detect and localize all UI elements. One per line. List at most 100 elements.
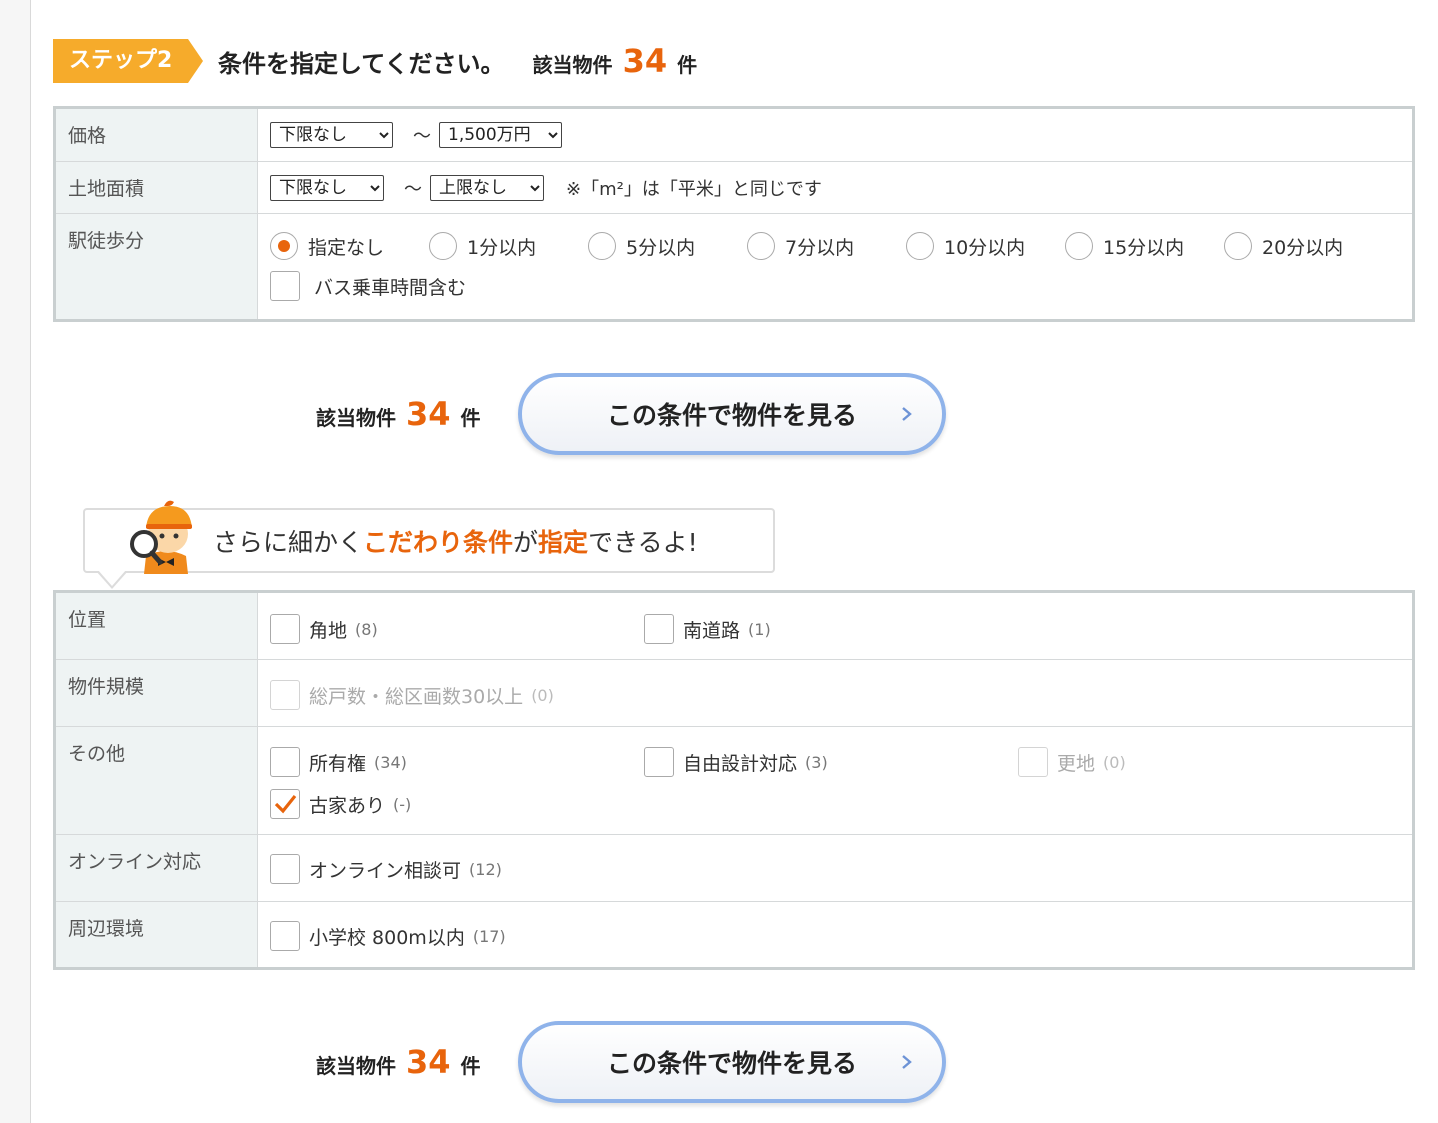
- bus-time-checkbox[interactable]: バス乗車時間含む: [270, 271, 1400, 301]
- area-unit-note: ※「m²」は「平米」と同じです: [566, 178, 822, 200]
- option-label: 小学校 800m以内: [309, 926, 465, 949]
- corner-lot-checkbox[interactable]: 角地 (8): [270, 614, 644, 644]
- hit-count: 34: [622, 42, 668, 80]
- option-label: 南道路: [683, 619, 741, 642]
- land-area-label: 土地面積: [54, 161, 258, 214]
- walk-radio-20min[interactable]: 20分以内: [1224, 232, 1383, 260]
- price-max-select[interactable]: 1,500万円: [439, 122, 562, 148]
- checkbox-disabled-icon: [1018, 747, 1048, 777]
- checkmark-icon: [274, 795, 297, 814]
- option-label: 更地: [1057, 752, 1096, 775]
- row-walk: 駅徒歩分 指定なし 1分以内 5分以内 7分以内 10分以内 15分以内 20分…: [54, 213, 1414, 321]
- checkbox-icon[interactable]: [270, 271, 300, 301]
- radio-selected-icon[interactable]: [270, 232, 298, 260]
- walk-radio-7min[interactable]: 7分以内: [747, 232, 906, 260]
- old-house-checkbox[interactable]: 古家あり (-): [270, 789, 411, 819]
- walk-option-label: 指定なし: [308, 236, 385, 259]
- result-suffix: 件: [460, 1054, 481, 1078]
- walk-label: 駅徒歩分: [54, 213, 258, 321]
- view-properties-label: この条件で物件を見る: [606, 402, 857, 430]
- option-label: オンライン相談可: [309, 859, 462, 882]
- surroundings-label: 周辺環境: [54, 901, 258, 969]
- option-label: 角地: [309, 619, 348, 642]
- radio-icon[interactable]: [906, 232, 934, 260]
- banner-text-4: 指定: [538, 527, 589, 557]
- view-properties-button[interactable]: この条件で物件を見る: [518, 373, 946, 455]
- radio-icon[interactable]: [1224, 232, 1252, 260]
- checkbox-icon[interactable]: [270, 921, 300, 951]
- freehold-checkbox[interactable]: 所有権 (34): [270, 747, 644, 777]
- walk-radio-10min[interactable]: 10分以内: [906, 232, 1065, 260]
- walk-option-label: 15分以内: [1103, 236, 1185, 259]
- walk-radio-none[interactable]: 指定なし: [270, 232, 429, 260]
- option-count: (0): [1103, 752, 1126, 772]
- basic-conditions-table: 価格 下限なし 〜 1,500万円 土地面積 下限なし 〜 上限なし ※「m²」…: [53, 106, 1415, 322]
- checkbox-icon[interactable]: [644, 747, 674, 777]
- walk-option-label: 5分以内: [626, 236, 696, 259]
- walk-radio-15min[interactable]: 15分以内: [1065, 232, 1224, 260]
- option-count: (-): [393, 794, 412, 814]
- option-count: (12): [469, 859, 502, 879]
- checkbox-icon[interactable]: [270, 747, 300, 777]
- banner-text-3: が: [513, 527, 539, 557]
- elementary-school-checkbox[interactable]: 小学校 800m以内 (17): [270, 921, 506, 951]
- left-gutter: [0, 0, 31, 1123]
- radio-icon[interactable]: [588, 232, 616, 260]
- walk-option-label: 20分以内: [1262, 236, 1344, 259]
- row-position: 位置 角地 (8) 南道路 (1): [54, 591, 1414, 660]
- view-properties-button[interactable]: この条件で物件を見る: [518, 1021, 946, 1103]
- radio-icon[interactable]: [747, 232, 775, 260]
- walk-radio-group: 指定なし 1分以内 5分以内 7分以内 10分以内 15分以内 20分以内: [270, 232, 1400, 260]
- checkbox-icon[interactable]: [270, 614, 300, 644]
- result-count: 34: [406, 1043, 451, 1081]
- row-other: その他 所有権 (34) 自由設計対応 (3) 更地 (0) 古家あり (-): [54, 726, 1414, 835]
- row-price: 価格 下限なし 〜 1,500万円: [54, 107, 1414, 162]
- land-max-select[interactable]: 上限なし: [430, 174, 544, 201]
- hit-suffix: 件: [677, 53, 698, 77]
- detail-conditions-table: 位置 角地 (8) 南道路 (1) 物件規模 総戸数・総区画数30以上 (0) …: [53, 590, 1415, 970]
- south-road-checkbox[interactable]: 南道路 (1): [644, 614, 771, 644]
- walk-radio-1min[interactable]: 1分以内: [429, 232, 588, 260]
- step-header: ステップ2 条件を指定してください。 該当物件 34 件: [53, 38, 697, 84]
- result-count-text: 該当物件 34 件: [316, 1043, 518, 1081]
- price-min-select[interactable]: 下限なし: [270, 122, 393, 148]
- hit-count-header: 該当物件 34 件: [533, 42, 698, 80]
- checkbox-disabled-icon: [270, 680, 300, 710]
- option-count: (17): [472, 926, 506, 946]
- option-label: 総戸数・総区画数30以上: [309, 685, 524, 708]
- result-bar-top: 該当物件 34 件 この条件で物件を見る: [316, 373, 946, 455]
- hit-prefix: 該当物件: [532, 53, 613, 77]
- row-land-area: 土地面積 下限なし 〜 上限なし ※「m²」は「平米」と同じです: [54, 161, 1414, 214]
- land-tilde: 〜: [404, 178, 422, 200]
- walk-radio-5min[interactable]: 5分以内: [588, 232, 747, 260]
- chevron-right-icon: [902, 1055, 912, 1069]
- banner-text-2: こだわり条件: [363, 527, 514, 557]
- checkbox-icon[interactable]: [644, 614, 674, 644]
- radio-icon[interactable]: [1065, 232, 1093, 260]
- land-min-select[interactable]: 下限なし: [270, 174, 384, 201]
- radio-icon[interactable]: [429, 232, 457, 260]
- checkbox-icon[interactable]: [270, 854, 300, 884]
- checkbox-checked-icon[interactable]: [270, 789, 300, 819]
- option-count: (8): [355, 619, 378, 639]
- bus-time-label: バス乗車時間含む: [314, 276, 467, 299]
- vacant-lot-checkbox: 更地 (0): [1018, 747, 1126, 777]
- option-count: (3): [805, 752, 828, 772]
- option-count: (34): [374, 752, 407, 772]
- step-title: 条件を指定してください。: [218, 49, 505, 78]
- option-count: (1): [748, 619, 771, 639]
- result-count: 34: [406, 395, 451, 433]
- other-label: その他: [54, 726, 258, 835]
- option-label: 古家あり: [309, 794, 386, 817]
- result-bar-bottom: 該当物件 34 件 この条件で物件を見る: [316, 1021, 946, 1103]
- option-label: 所有権: [309, 752, 367, 775]
- result-count-text: 該当物件 34 件: [316, 395, 518, 433]
- walk-option-label: 10分以内: [944, 236, 1026, 259]
- free-design-checkbox[interactable]: 自由設計対応 (3): [644, 747, 1018, 777]
- online-consult-checkbox[interactable]: オンライン相談可 (12): [270, 854, 502, 884]
- result-suffix: 件: [460, 406, 481, 430]
- step-badge: ステップ2: [53, 39, 203, 83]
- detective-mascot-icon: [130, 500, 192, 574]
- result-prefix: 該当物件: [316, 406, 396, 430]
- row-surroundings: 周辺環境 小学校 800m以内 (17): [54, 901, 1414, 969]
